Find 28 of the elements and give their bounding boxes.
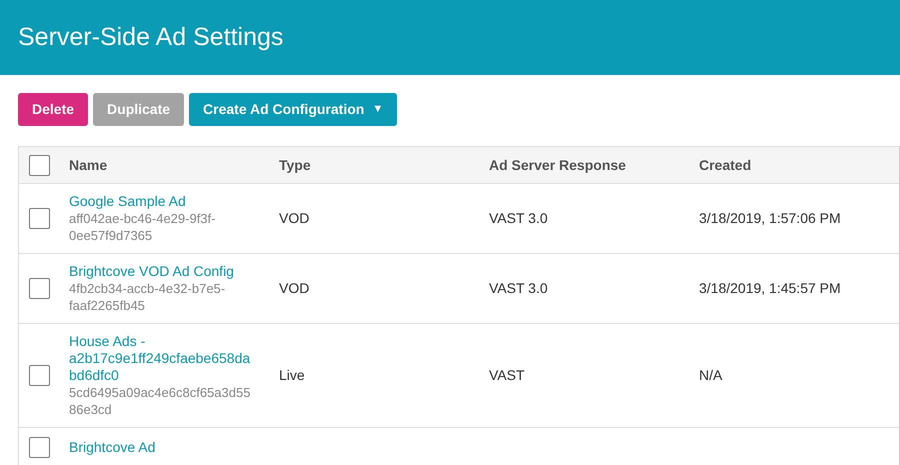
config-id: 4fb2cb34-accb-4e32-b7e5-faaf2265fb45 — [69, 280, 226, 314]
column-header: Name — [69, 156, 108, 174]
checkbox[interactable] — [29, 278, 50, 299]
table-cell-text: VOD — [279, 209, 310, 228]
checkbox[interactable] — [29, 437, 50, 458]
table-cell-text: VAST 3.0 — [489, 209, 549, 228]
table-cell-text: VAST — [489, 366, 526, 385]
table-cell-text: 3/18/2019, 1:45:57 PM — [699, 279, 842, 298]
column-header: Type — [279, 156, 312, 175]
checkbox[interactable] — [29, 154, 50, 176]
checkbox[interactable] — [29, 365, 50, 386]
checkbox[interactable] — [29, 208, 50, 229]
table-cell-text: VOD — [279, 279, 310, 298]
config-id: 5cd6495a09ac4e6c8cf65a3d5586e3cd — [69, 384, 252, 418]
column-header: Ad Server Response — [489, 156, 627, 175]
column-header: Created — [699, 156, 752, 174]
config-name-link[interactable]: Google Sample Ad — [69, 193, 257, 210]
config-name-link[interactable]: Brightcove VOD Ad Config — [69, 263, 257, 280]
table-cell-text: N/A — [699, 366, 724, 385]
table-cell-text: 3/18/2019, 1:57:06 PM — [699, 209, 842, 228]
config-id: aff042ae-bc46-4e29-9f3f-0ee57f9d7365 — [69, 210, 216, 244]
table-cell-text: VAST 3.0 — [489, 279, 549, 298]
config-name-link[interactable]: House Ads - a2b17c9e1ff249cfaebe658dabd6dfc0 — [69, 333, 257, 384]
toolbar-button[interactable]: Create Ad Configuration ▼ — [189, 93, 398, 126]
table-cell-text: Live — [279, 366, 306, 385]
config-name-link[interactable]: Brightcove Ad — [69, 439, 257, 456]
page-title: Server-Side Ad Settings — [18, 22, 284, 53]
toolbar-button[interactable]: Delete — [18, 93, 88, 126]
